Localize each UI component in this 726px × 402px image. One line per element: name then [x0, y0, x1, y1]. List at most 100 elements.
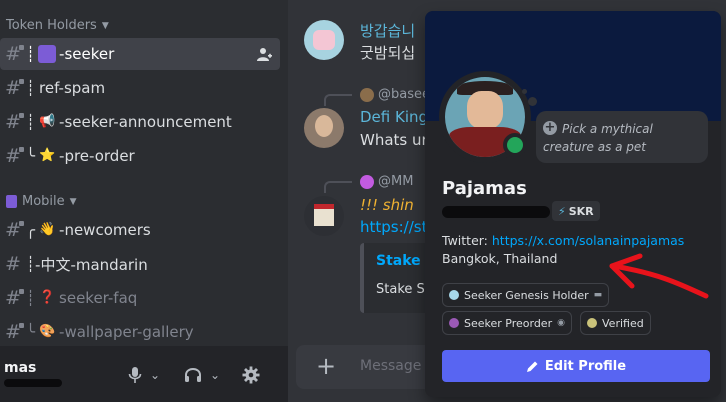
chevron-down-icon: ▼ — [69, 196, 77, 207]
plus-icon[interactable]: + — [316, 354, 336, 378]
hash-icon: # — [0, 219, 26, 241]
channel-name: -newcomers — [59, 221, 151, 239]
custom-status[interactable]: + Pick a mythical creature as a pet — [536, 111, 708, 163]
chevron-down-icon: ▼ — [101, 20, 109, 31]
hash-icon: # — [0, 111, 26, 133]
twitter-link[interactable]: https://x.com/solanainpajamas — [492, 233, 684, 248]
role-verified[interactable]: Verified — [580, 311, 651, 335]
channel-prefix: ╰ — [26, 147, 36, 165]
headphones-icon — [185, 368, 201, 382]
channel-prefix: ┊ — [26, 113, 36, 131]
avatar-art — [313, 30, 335, 50]
channel-prefix: ┊ — [26, 79, 36, 97]
thought-bubble-dot — [522, 89, 527, 94]
add-member-icon[interactable] — [256, 46, 272, 62]
role-name: Seeker Genesis Holder — [464, 288, 589, 302]
twitter-label: Twitter: — [442, 233, 488, 248]
message-author[interactable]: 방갑습니 — [360, 20, 415, 41]
headphones-button[interactable]: ⌄ — [184, 364, 220, 386]
channel-seeker-announcement[interactable]: # ┊ 📢 -seeker-announcement — [0, 106, 280, 138]
reply-username: @basee — [378, 87, 430, 102]
avatar — [360, 87, 374, 102]
channel-name: -pre-order — [59, 147, 135, 165]
avatar[interactable] — [304, 20, 344, 60]
role-color-icon — [587, 318, 597, 328]
gear-icon — [242, 366, 260, 384]
channel-name: seeker-faq — [59, 289, 138, 307]
channel-prefix: ╭ — [26, 221, 36, 239]
edit-profile-button[interactable]: Edit Profile — [442, 350, 710, 382]
channel-mandarin[interactable]: # ┊ -中文-mandarin — [0, 248, 280, 280]
user-profile-popout: + Pick a mythical creature as a pet Paja… — [425, 11, 721, 397]
user-panel: mas ⌄ ⌄ — [0, 346, 288, 402]
question-emoji-icon: ❓ — [38, 290, 56, 305]
channel-name: -seeker-announcement — [59, 113, 232, 131]
redacted-user-status — [4, 379, 62, 387]
channel-seeker[interactable]: # ┊ -seeker — [0, 38, 280, 70]
role-badge-icon: ▬ — [593, 290, 603, 300]
redacted-username — [442, 206, 550, 218]
channel-name: -seeker — [59, 45, 115, 63]
phone-emoji-icon — [38, 45, 57, 63]
channel-name: -中文-mandarin — [35, 255, 148, 274]
chevron-down-icon[interactable]: ⌄ — [210, 368, 220, 382]
server-tag[interactable]: ⚡ SKR — [552, 201, 600, 221]
role-badge-icon: ◉ — [557, 318, 565, 328]
message-reply-preview[interactable]: @MM — [360, 174, 413, 189]
channel-newcomers[interactable]: # ╭ 👋 -newcomers — [0, 214, 280, 246]
channel-ref-spam[interactable]: # ┊ ref-spam — [0, 72, 280, 104]
channel-pre-order[interactable]: # ╰ ⭐ -pre-order — [0, 140, 280, 172]
avatar-face — [467, 91, 503, 129]
hash-icon: # — [5, 253, 21, 275]
message-reply-preview[interactable]: @basee — [360, 87, 430, 102]
role-seeker-genesis-holder[interactable]: Seeker Genesis Holder ▬ — [442, 283, 610, 307]
avatar-art — [314, 206, 334, 226]
online-status-icon — [503, 133, 527, 157]
chevron-down-icon[interactable]: ⌄ — [150, 368, 160, 382]
channel-prefix: ┊ — [26, 255, 36, 273]
message-link[interactable]: https://st — [360, 218, 427, 236]
bio-line: Twitter: https://x.com/solanainpajamas — [442, 233, 684, 248]
lightning-icon: ⚡ — [558, 204, 566, 218]
role-seeker-preorder[interactable]: Seeker Preorder ◉ — [442, 311, 572, 335]
microphone-button[interactable]: ⌄ — [128, 364, 160, 386]
server-tag-label: SKR — [568, 204, 594, 218]
avatar-art — [315, 115, 333, 137]
phone-icon — [6, 195, 17, 208]
channel-sidebar: Token Holders ▼ # ┊ -seeker # ┊ ref-spam… — [0, 0, 288, 402]
channel-seeker-faq[interactable]: # ┊ ❓ seeker-faq — [0, 282, 280, 314]
pencil-icon — [526, 361, 538, 372]
role-name: Verified — [602, 316, 644, 330]
avatar[interactable] — [304, 196, 344, 236]
hash-icon: # — [0, 321, 26, 343]
microphone-icon — [128, 367, 142, 383]
megaphone-emoji-icon: 📢 — [38, 114, 56, 129]
reply-connector — [324, 94, 352, 106]
hash-icon: # — [0, 287, 26, 309]
channel-prefix: ┊ — [26, 289, 36, 307]
edit-profile-label: Edit Profile — [544, 358, 627, 374]
reply-username: @MM — [378, 174, 414, 189]
discord-icon — [360, 174, 374, 189]
category-mobile[interactable]: Mobile ▼ — [6, 194, 77, 209]
channel-wallpaper-gallery[interactable]: # ╰ 🎨 -wallpaper-gallery — [0, 316, 280, 348]
hash-icon: # — [0, 145, 26, 167]
reply-connector — [324, 181, 352, 193]
channel-name: -wallpaper-gallery — [59, 323, 194, 341]
avatar-art — [314, 204, 334, 209]
message-author[interactable]: Defi King — [360, 108, 428, 126]
user-name[interactable]: mas — [4, 360, 36, 376]
status-text: Pick a mythical creature as a pet — [543, 122, 653, 154]
channel-name: ref-spam — [39, 79, 106, 97]
palette-emoji-icon: 🎨 — [38, 324, 56, 339]
category-label: Mobile — [22, 194, 65, 209]
role-name: Seeker Preorder — [464, 316, 553, 330]
wave-emoji-icon: 👋 — [38, 222, 56, 237]
message-text: 굿밤되십 — [360, 44, 416, 62]
role-color-icon — [449, 318, 459, 328]
hash-icon: # — [0, 77, 26, 99]
settings-button[interactable] — [242, 364, 260, 386]
display-name: Pajamas — [442, 178, 527, 199]
category-token-holders[interactable]: Token Holders ▼ — [6, 18, 109, 33]
avatar[interactable] — [304, 108, 344, 148]
